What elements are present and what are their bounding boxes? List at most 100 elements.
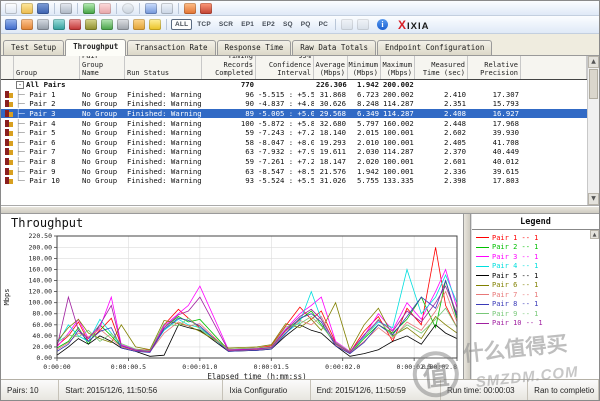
run-test-icon[interactable] (83, 3, 95, 14)
table-row-pair-8[interactable]: ├─ Pair 8No GroupFinished: Warning(s)59-… (1, 157, 587, 167)
column-header[interactable]: Timing Records Completed (202, 56, 256, 79)
toolbar-separator (116, 3, 117, 14)
table-scrollbar[interactable]: ▲ ▼ (587, 56, 599, 205)
measured-time-cell: 2.602 (415, 128, 468, 137)
run-status-cell: Finished: Warning(s) (125, 138, 202, 147)
tab-throughput[interactable]: Throughput (65, 39, 126, 56)
tab-endpoint-configuration[interactable]: Endpoint Configuration (377, 40, 492, 55)
y-tick-label: 160.00 (29, 265, 53, 273)
column-header[interactable]: Maximum (Mbps) (381, 56, 415, 79)
legend-line-sample (476, 247, 489, 248)
legend-item[interactable]: Pair 7 -- 1 (474, 290, 588, 300)
filter-pq-button[interactable]: PQ (298, 19, 314, 30)
copy-graph-icon[interactable] (161, 3, 173, 14)
traffic-profile-icon[interactable] (117, 19, 129, 30)
minimum-cell: 2.010 (348, 138, 381, 147)
column-header[interactable]: Pair Group Name (80, 56, 125, 79)
add-pair-icon[interactable] (21, 19, 33, 30)
multicast-group-icon[interactable] (133, 19, 145, 30)
legend-scrollbar[interactable]: ▲ (590, 230, 599, 381)
table-row-pair-4[interactable]: ├─ Pair 4No GroupFinished: Warning(s)100… (1, 118, 587, 128)
timing-records-cell: 96 (202, 90, 256, 99)
filter-ep1-button[interactable]: EP1 (238, 19, 257, 30)
paste-results-icon[interactable] (145, 3, 157, 14)
endpoint-group-2-icon[interactable] (200, 3, 212, 14)
average-cell: 29.568 (314, 109, 348, 118)
tab-raw-data-totals[interactable]: Raw Data Totals (292, 40, 376, 55)
column-header[interactable]: Average (Mbps) (314, 56, 348, 79)
legend-item[interactable]: Pair 2 -- 1 (474, 243, 588, 253)
scrollbar-thumb[interactable] (589, 69, 598, 99)
filter-ep2-button[interactable]: EP2 (259, 19, 278, 30)
column-header[interactable]: Run Status (125, 56, 202, 79)
legend-item[interactable]: Pair 8 -- 1 (474, 300, 588, 310)
y-tick-label: 40.00 (32, 332, 52, 340)
stop-test-icon[interactable] (99, 3, 111, 14)
table-row-pair-3[interactable]: ├─ Pair 3No GroupFinished: Warning(s)89-… (1, 109, 587, 119)
column-header[interactable]: Measured Time (sec) (415, 56, 468, 79)
run-status-cell: Finished: Warning(s) (125, 176, 202, 185)
info-icon[interactable]: i (377, 19, 388, 30)
print-icon[interactable] (60, 3, 72, 14)
legend-item[interactable]: Pair 3 -- 1 (474, 252, 588, 262)
table-body: -All Pairs770226.3061.942200.002├─ Pair … (1, 80, 587, 186)
tree-branch: ├─ (16, 147, 29, 156)
collapse-icon[interactable]: - (16, 81, 24, 89)
pair-name: Pair 2 (29, 99, 55, 108)
filter-pc-button[interactable]: PC (316, 19, 331, 30)
legend-scroll-up-icon[interactable]: ▲ (590, 230, 599, 239)
y-tick-label: 120.00 (29, 288, 53, 296)
confidence-interval-cell: -5.872 : +5.872 (256, 119, 314, 128)
column-header[interactable]: Minimum (Mbps) (348, 56, 381, 79)
tab-response-time[interactable]: Response Time (217, 40, 292, 55)
edit-pair-icon[interactable] (37, 19, 49, 30)
all-pairs-group-row[interactable]: -All Pairs770226.3061.942200.002 (1, 80, 587, 90)
table-row-pair-7[interactable]: ├─ Pair 7No GroupFinished: Warning(s)63-… (1, 147, 587, 157)
column-header[interactable]: 95% Confidence Interval (256, 56, 314, 79)
column-header[interactable]: Relative Precision (468, 56, 521, 79)
filter-scr-button[interactable]: SCR (216, 19, 236, 30)
endpoint-group-1-icon[interactable] (184, 3, 196, 14)
table-row-pair-6[interactable]: ├─ Pair 6No GroupFinished: Warning(s)58-… (1, 138, 587, 148)
filter-tcp-button[interactable]: TCP (194, 19, 214, 30)
swap-pairs-icon[interactable] (5, 19, 17, 30)
pair-group-cell: No Group (80, 138, 125, 147)
table-row-pair-10[interactable]: └─ Pair 10No GroupFinished: Warning(s)93… (1, 176, 587, 186)
column-header[interactable]: Group (14, 56, 80, 79)
table-row-pair-9[interactable]: ├─ Pair 9No GroupFinished: Warning(s)63-… (1, 166, 587, 176)
legend-item[interactable]: Pair 6 -- 1 (474, 281, 588, 291)
table-row-pair-2[interactable]: ├─ Pair 2No GroupFinished: Warning(s)90-… (1, 99, 587, 109)
save-icon[interactable] (37, 3, 49, 14)
table-row-pair-1[interactable]: ├─ Pair 1No GroupFinished: Warning(s)96-… (1, 90, 587, 100)
legend-item[interactable]: Pair 9 -- 1 (474, 309, 588, 319)
pair-name-cell: ├─ Pair 3 (14, 109, 80, 118)
scroll-up-icon[interactable]: ▲ (588, 56, 599, 68)
filter-sq-button[interactable]: SQ (280, 19, 296, 30)
refresh-icon[interactable] (122, 3, 134, 14)
average-cell: 19.611 (314, 147, 348, 156)
run-options-icon[interactable] (149, 19, 161, 30)
filter-all-button[interactable]: ALL (171, 19, 192, 30)
open-folder-icon[interactable] (21, 3, 33, 14)
new-document-icon[interactable] (5, 3, 17, 14)
column-header-filler (521, 56, 587, 79)
hardware-pairs-icon[interactable] (101, 19, 113, 30)
tab-test-setup[interactable]: Test Setup (3, 40, 64, 55)
legend-item[interactable]: Pair 10 -- 1 (474, 319, 588, 329)
pair-group-cell: No Group (80, 90, 125, 99)
legend-item[interactable]: Pair 5 -- 1 (474, 271, 588, 281)
scroll-down-icon[interactable]: ▼ (588, 193, 599, 205)
tab-transaction-rate[interactable]: Transaction Rate (127, 40, 215, 55)
video-pair-icon[interactable] (69, 19, 81, 30)
legend-item[interactable]: Pair 1 -- 1 (474, 233, 588, 243)
average-cell: 18.147 (314, 157, 348, 166)
table-row-pair-5[interactable]: ├─ Pair 5No GroupFinished: Warning(s)59-… (1, 128, 587, 138)
group-minimum: 1.942 (348, 80, 381, 89)
vertical-splitter[interactable] (463, 214, 471, 381)
maximum-cell: 100.001 (381, 128, 415, 137)
connect-endpoints-icon[interactable] (53, 19, 65, 30)
maximum-cell: 160.002 (381, 119, 415, 128)
legend-item[interactable]: Pair 4 -- 1 (474, 262, 588, 272)
horizontal-splitter[interactable] (1, 206, 599, 214)
voip-pair-icon[interactable] (85, 19, 97, 30)
